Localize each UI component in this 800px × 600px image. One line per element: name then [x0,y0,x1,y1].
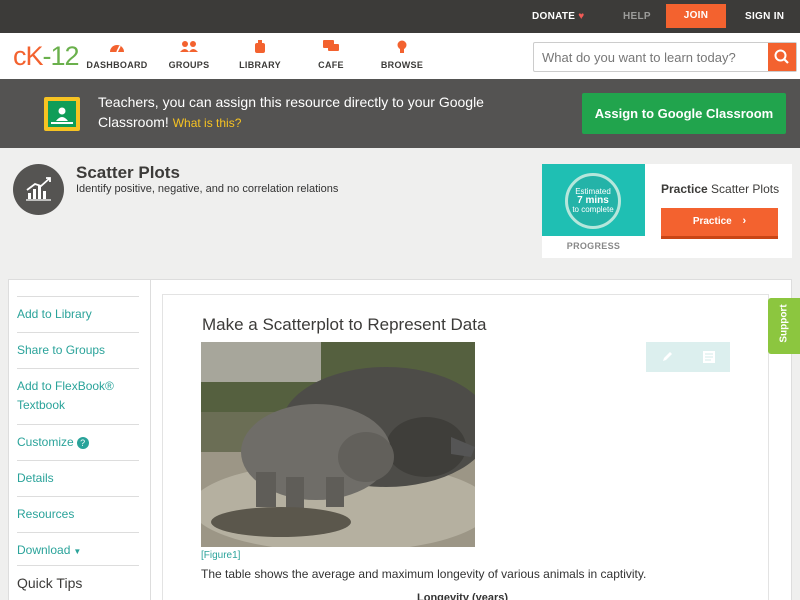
what-is-this-link[interactable]: What is this? [173,116,242,130]
top-bar: DONATE ♥ HELP JOIN SIGN IN [0,0,800,33]
logo-12: -12 [42,41,80,71]
edit-toolbar [646,342,730,372]
nav-cafe[interactable]: CAFE [291,40,371,70]
resources-label: Resources [17,507,75,521]
caret-down-icon: ▼ [73,547,82,556]
groups-icon [149,40,229,55]
help-link[interactable]: HELP [623,0,651,33]
notes-icon[interactable] [688,342,730,372]
nav-library-label: LIBRARY [239,60,281,70]
nav-cafe-label: CAFE [318,60,344,70]
details-link[interactable]: Details [17,460,139,488]
google-classroom-icon [44,97,80,131]
quick-tips-heading: Quick Tips [17,565,139,591]
practice-button[interactable]: Practice › [661,208,778,239]
edit-pencil-icon[interactable] [646,342,688,372]
table-heading: Longevity (years) [417,592,509,600]
practice-button-label: Practice [692,216,732,227]
logo-c: c [13,41,26,71]
nav-library[interactable]: LIBRARY [220,40,300,70]
add-to-flexbook-label: Add to FlexBook® Textbook [17,379,114,412]
add-to-flexbook-link[interactable]: Add to FlexBook® Textbook [17,368,139,415]
heart-icon: ♥ [578,11,585,22]
classroom-banner-text: Teachers, you can assign this resource d… [98,92,498,133]
classroom-message: Teachers, you can assign this resource d… [98,94,484,130]
search-icon [774,49,789,64]
donate-link[interactable]: DONATE ♥ [532,0,585,33]
search-input[interactable] [534,43,769,71]
dashboard-icon [77,40,157,55]
scatter-plot-concept-icon [13,164,64,215]
share-to-groups-link[interactable]: Share to Groups [17,332,139,360]
nav-dashboard[interactable]: DASHBOARD [77,40,157,70]
concept-subtitle: Identify positive, negative, and no corr… [76,183,339,195]
ck12-logo[interactable]: cK-12 [13,41,80,71]
chevron-right-icon: › [742,215,747,227]
download-link[interactable]: Download ▼ [17,532,139,561]
search-box [533,42,797,72]
action-sidebar: Add to Library Share to Groups Add to Fl… [8,279,151,600]
support-label: Support [778,304,790,343]
progress-graphic: Estimated 7 mins to complete [542,164,645,236]
library-icon [220,40,300,55]
browse-icon [362,40,442,55]
practice-card: Estimated 7 mins to complete PROGRESS Pr… [542,164,792,258]
download-label: Download [17,543,71,557]
nav-groups[interactable]: GROUPS [149,40,229,70]
practice-title-bold: Practice [661,182,708,196]
help-icon[interactable]: ? [76,437,89,449]
nav-browse-label: BROWSE [380,60,424,70]
to-complete-label: to complete [572,205,614,214]
cafe-icon [291,40,371,55]
add-to-library-label: Add to Library [17,307,92,321]
concept-title: Scatter Plots [76,163,180,182]
rhino-photo [201,342,475,547]
resources-link[interactable]: Resources [17,496,139,524]
estimated-time-ring: Estimated 7 mins to complete [565,173,621,229]
lesson-title: Make a Scatterplot to Represent Data [202,315,487,334]
estimated-minutes: 7 mins [577,195,609,206]
nav-browse[interactable]: BROWSE [362,40,442,70]
support-tab[interactable]: Support [768,298,800,354]
nav-dashboard-label: DASHBOARD [86,60,148,70]
details-label: Details [17,471,54,485]
share-to-groups-label: Share to Groups [17,343,106,357]
main-nav: cK-12 DASHBOARD GROUPS LIBRARY CAFE BROW… [0,33,800,79]
join-button[interactable]: JOIN [666,4,726,28]
practice-title-topic: Scatter Plots [711,182,780,196]
lesson-paragraph: The table shows the average and maximum … [201,567,647,581]
practice-title: Practice Scatter Plots [661,182,779,196]
assign-google-classroom-button[interactable]: Assign to Google Classroom [582,93,786,134]
add-to-library-link[interactable]: Add to Library [17,296,139,324]
customize-link[interactable]: Customize? [17,424,139,452]
sign-in-link[interactable]: SIGN IN [745,0,784,33]
progress-label: PROGRESS [566,241,621,251]
figure-caption[interactable]: [Figure1] [201,550,240,561]
donate-label: DONATE [532,11,576,22]
customize-label: Customize [17,435,74,449]
nav-groups-label: GROUPS [168,60,210,70]
search-button[interactable] [768,43,796,71]
logo-k: K [25,41,44,71]
